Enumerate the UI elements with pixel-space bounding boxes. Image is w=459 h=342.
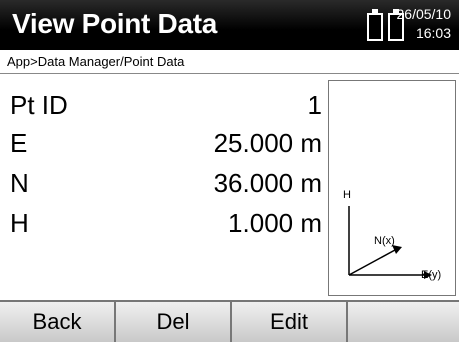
empty-softkey: [348, 302, 459, 342]
n-axis-line: [348, 249, 396, 276]
field-e: E 25.000 m: [0, 124, 330, 164]
page-title: View Point Data: [12, 8, 218, 39]
field-value: 1: [307, 90, 322, 120]
e-axis-label: E(y): [421, 269, 441, 281]
field-value: 25.000 m: [213, 128, 322, 158]
edit-button[interactable]: Edit: [232, 302, 348, 342]
field-label: H: [10, 208, 29, 238]
n-axis-label: N(x): [374, 235, 395, 247]
time-display: 16:03: [415, 25, 451, 41]
back-button[interactable]: Back: [0, 302, 116, 342]
date-display: 26/05/10: [396, 6, 452, 22]
h-axis-label: H: [343, 189, 351, 201]
field-value: 36.000 m: [213, 168, 322, 198]
title-bar: View Point Data 26/05/10 16:03: [0, 0, 459, 50]
axes-diagram: H N(x) E(y): [343, 189, 441, 281]
field-pt-id: Pt ID 1: [0, 86, 330, 126]
field-value: 1.000 m: [228, 208, 322, 238]
field-label: N: [10, 168, 29, 198]
coordinate-diagram: H N(x) E(y): [328, 80, 456, 296]
delete-button[interactable]: Del: [116, 302, 232, 342]
field-label: E: [10, 128, 28, 158]
battery-icon: [367, 9, 383, 41]
field-h: H 1.000 m: [0, 204, 330, 244]
softkey-bar: Back Del Edit: [0, 300, 459, 342]
breadcrumb: App>Data Manager/Point Data: [0, 50, 459, 74]
field-label: Pt ID: [10, 90, 68, 120]
field-n: N 36.000 m: [0, 164, 330, 204]
